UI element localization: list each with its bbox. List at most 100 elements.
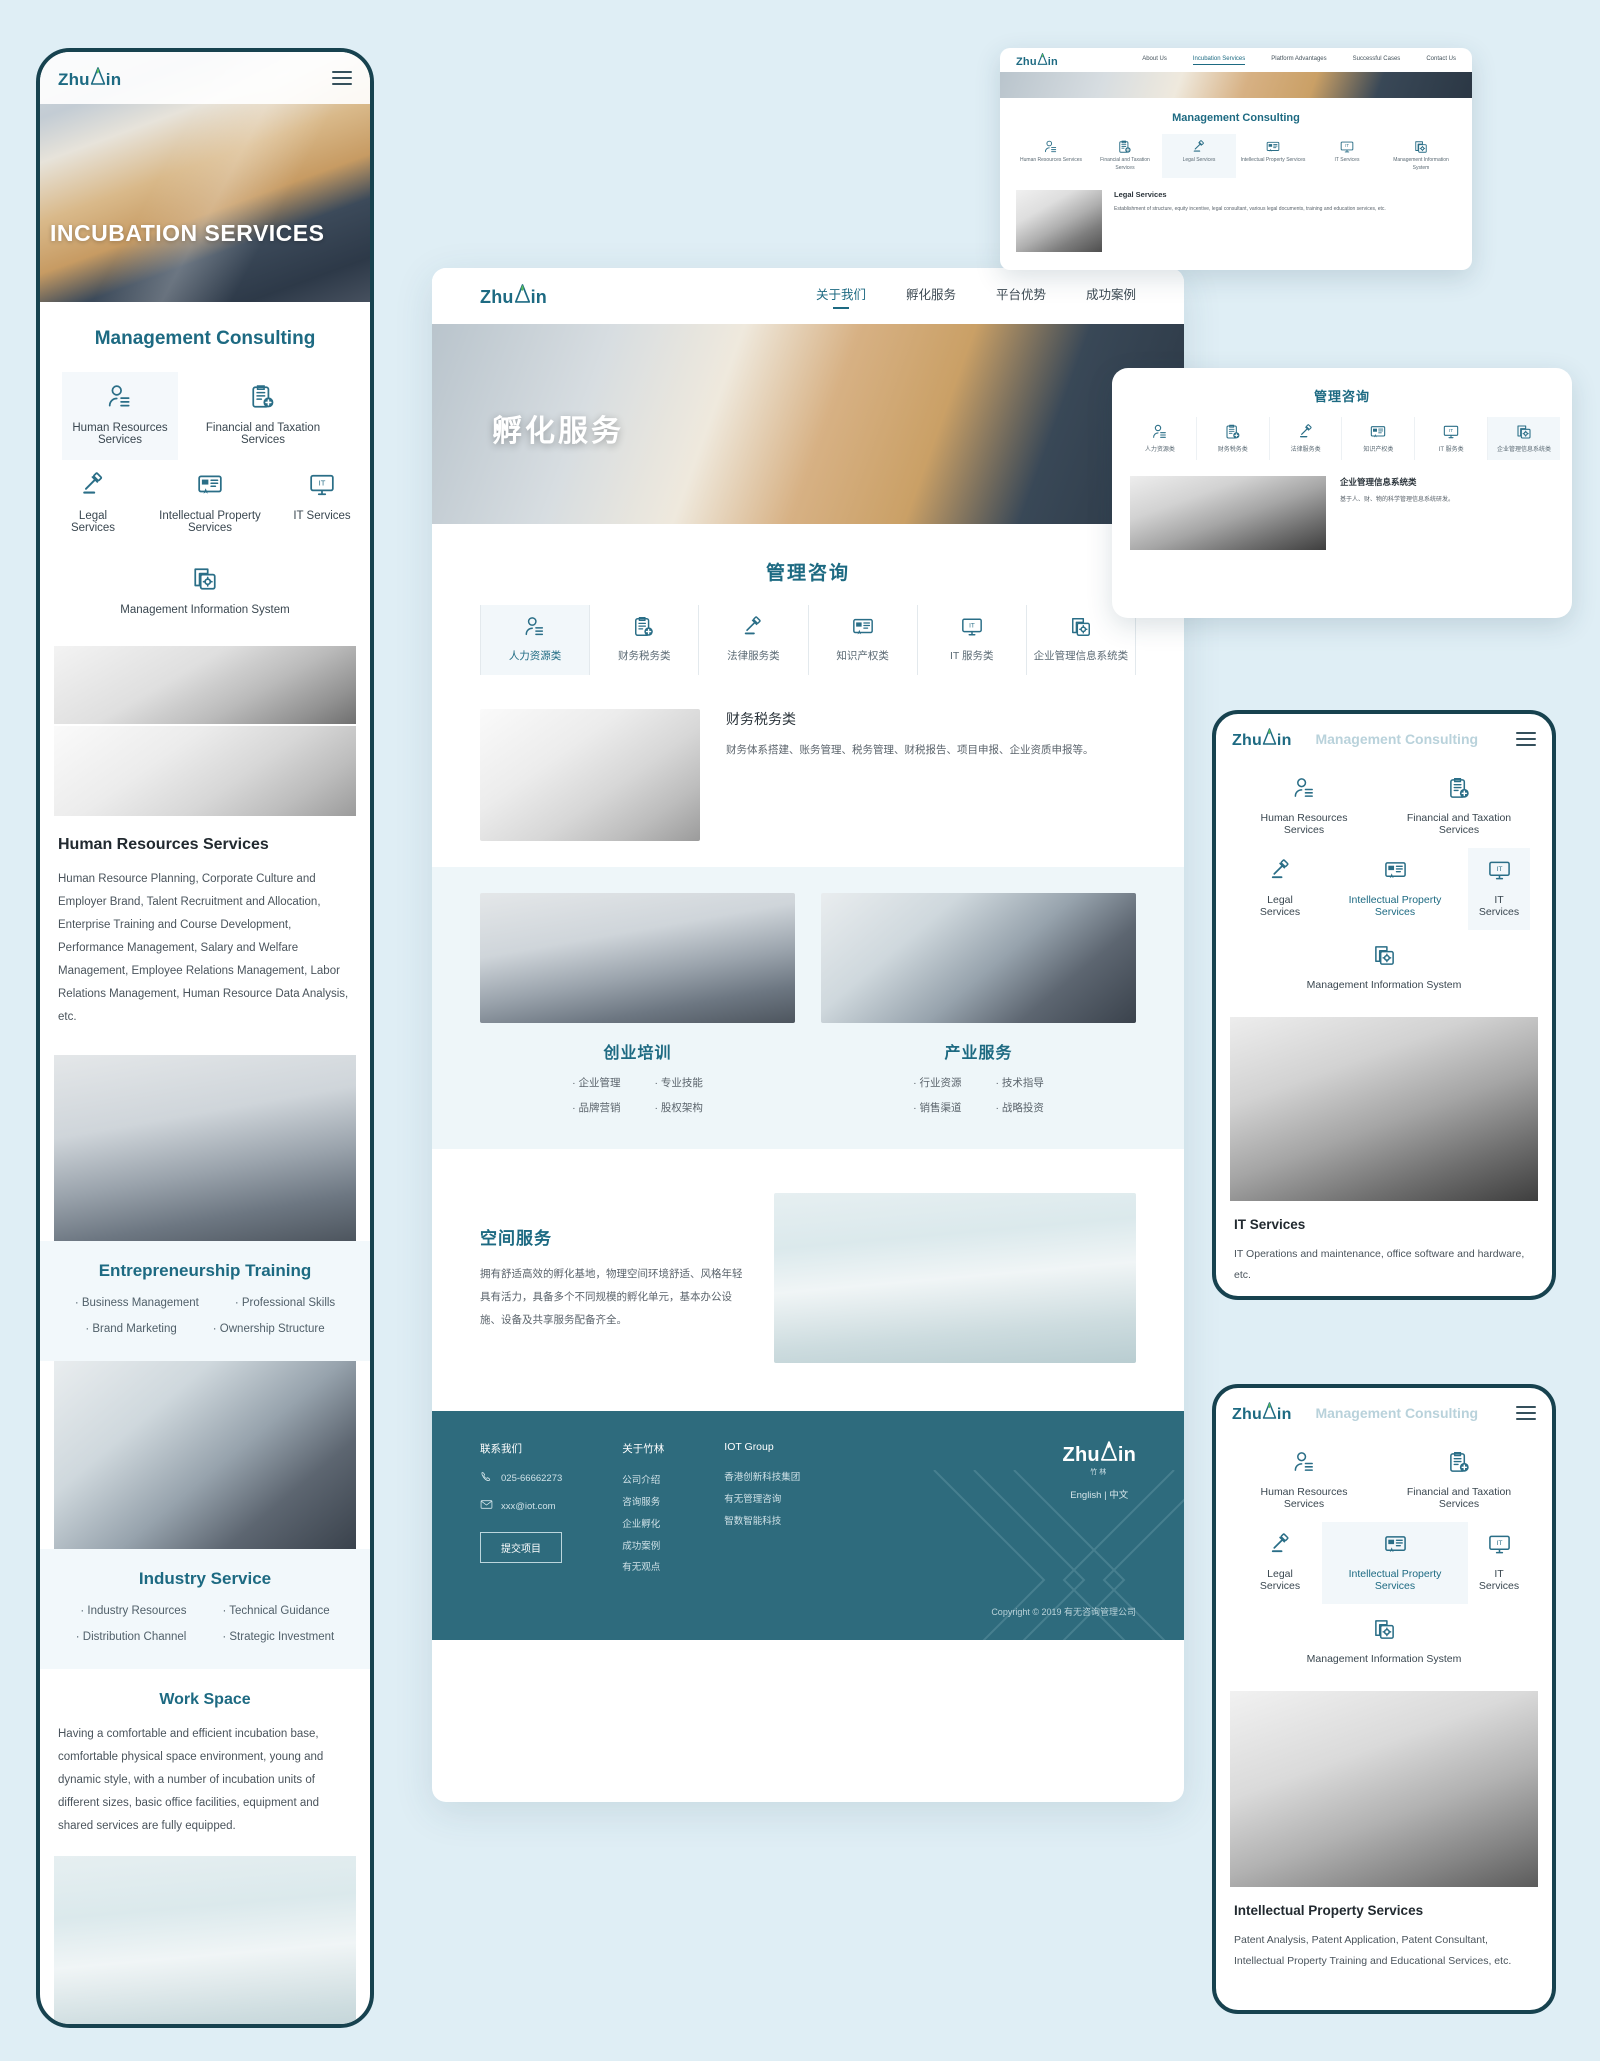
tab-intellectual-property[interactable]: Intellectual Property Services — [1236, 134, 1310, 178]
hamburger-icon[interactable] — [332, 67, 352, 89]
service-financial-taxation[interactable]: Financial and Taxation Services — [1379, 1440, 1539, 1522]
tab-human-resources[interactable]: 人力资源类 — [479, 605, 590, 675]
detail-title: 企业管理信息系统类 — [1340, 477, 1417, 487]
nav-item-about-us[interactable]: About Us — [1142, 56, 1167, 65]
service-label: Intellectual Property Services — [1348, 894, 1442, 918]
tab-it[interactable]: IT 服务类 — [1414, 417, 1487, 460]
nav-item-cases[interactable]: 成功案例 — [1086, 284, 1136, 309]
mobile-it-topbar: Zhu in Management Consulting — [1216, 714, 1552, 756]
person-icon — [1125, 424, 1195, 440]
footer-group-link-2[interactable]: 有无管理咨询 — [724, 1489, 800, 1511]
nav-item-successful-cases[interactable]: Successful Cases — [1353, 56, 1401, 65]
tab-label: 知识产权类 — [836, 650, 889, 662]
mobile-ip-topbar: Zhu in Management Consulting — [1216, 1388, 1552, 1430]
service-human-resources[interactable]: Human Resources Services — [1229, 1440, 1379, 1522]
lang-chinese[interactable]: 中文 — [1109, 1490, 1128, 1501]
service-intellectual-property[interactable]: Intellectual Property Services — [1322, 848, 1468, 930]
tab-it[interactable]: IT 服务类 — [916, 605, 1026, 675]
service-human-resources[interactable]: Human Resources Services — [62, 372, 178, 460]
service-legal[interactable]: Legal Services — [1238, 1522, 1322, 1604]
mobile-ip-service-grid: Human Resources Services Financial and T… — [1216, 1430, 1552, 1683]
service-label: Legal Services — [1259, 1568, 1301, 1592]
mobile-it-photo — [1230, 1017, 1538, 1201]
tab-legal[interactable]: 法律服务类 — [698, 605, 807, 675]
nav-item-advantages[interactable]: 平台优势 — [996, 284, 1046, 309]
mobile-ip-detail: Intellectual Property Services Patent An… — [1216, 1887, 1552, 1990]
tab-financial-taxation[interactable]: 财务税务类 — [1195, 417, 1269, 460]
service-legal[interactable]: Legal Services — [49, 460, 137, 548]
service-management-information-system[interactable]: Management Information System — [40, 548, 370, 630]
nav-item-platform-advantages[interactable]: Platform Advantages — [1271, 56, 1326, 65]
lang-english[interactable]: English — [1070, 1490, 1101, 1501]
footer-link-views[interactable]: 有无观点 — [622, 1557, 664, 1579]
footer-group-link-3[interactable]: 智数智能科技 — [724, 1511, 800, 1533]
logo[interactable]: Zhu in — [480, 284, 547, 308]
service-label: Legal Services — [70, 510, 116, 534]
logo[interactable]: Zhu in — [58, 66, 121, 90]
tab-human-resources[interactable]: Human Resources Services — [1014, 134, 1088, 178]
nav-item-incubation[interactable]: 孵化服务 — [906, 284, 956, 309]
footer-group-link-1[interactable]: 香港创新科技集团 — [724, 1467, 800, 1489]
footer-link-cases[interactable]: 成功案例 — [622, 1536, 664, 1558]
footer-link-company[interactable]: 公司介绍 — [622, 1470, 664, 1492]
service-it[interactable]: IT Services — [283, 460, 361, 548]
tab-label: 知识产权类 — [1363, 447, 1394, 453]
service-intellectual-property[interactable]: Intellectual Property Services — [1322, 1522, 1468, 1604]
service-financial-taxation[interactable]: Financial and Taxation Services — [178, 372, 348, 460]
detail-photo — [480, 709, 700, 841]
nav-item-contact-us[interactable]: Contact Us — [1426, 56, 1456, 65]
industry-row-2: · Distribution Channel · Strategic Inves… — [54, 1631, 356, 1643]
certificate-icon — [1238, 140, 1308, 154]
nav-item-about[interactable]: 关于我们 — [816, 284, 866, 309]
footer-logo[interactable]: Zhu in — [1063, 1441, 1136, 1467]
industry-row-1: · Industry Resources · Technical Guidanc… — [54, 1605, 356, 1617]
service-legal[interactable]: Legal Services — [1238, 848, 1322, 930]
detail-title: Legal Services — [1114, 190, 1167, 199]
space-title: 空间服务 — [480, 1228, 552, 1248]
tab-label: IT Services — [1334, 157, 1360, 163]
mobile-section-title: Management Consulting — [94, 328, 316, 349]
gavel-icon — [1164, 140, 1234, 154]
system-gear-icon — [1232, 1618, 1536, 1644]
space-text: 空间服务 拥有舒适高效的孵化基地，物理空间环境舒适、风格年轻具有活力，具备多个不… — [480, 1224, 750, 1332]
service-management-information-system[interactable]: Management Information System — [1222, 1604, 1546, 1677]
card-cn-detail: 企业管理信息系统类 基于人、财、物的科学管理信息系统研发。 — [1112, 460, 1572, 550]
detail-title: Intellectual Property Services — [1234, 1903, 1424, 1918]
tab-intellectual-property[interactable]: 知识产权类 — [1341, 417, 1414, 460]
footer-link-incubation[interactable]: 企业孵化 — [622, 1514, 664, 1536]
training-col-b: · 专业技能 · 股权架构 — [655, 1075, 703, 1115]
footer-link-consulting[interactable]: 咨询服务 — [622, 1492, 664, 1514]
tab-financial-taxation[interactable]: Financial and Taxation Services — [1088, 134, 1162, 178]
submit-project-button[interactable]: 提交项目 — [480, 1532, 562, 1563]
tab-intellectual-property[interactable]: 知识产权类 — [807, 605, 917, 675]
logo-text-a: Zhu — [1232, 1406, 1262, 1423]
service-it[interactable]: IT Services — [1468, 1522, 1530, 1604]
tab-human-resources[interactable]: 人力资源类 — [1124, 417, 1196, 460]
footer-brand: Zhu in 竹林 English | 中文 — [1063, 1441, 1136, 1579]
card-en-hero — [1000, 72, 1472, 98]
service-intellectual-property[interactable]: Intellectual Property Services — [137, 460, 283, 548]
logo[interactable]: Zhu in — [1016, 52, 1058, 68]
tab-management-information-system[interactable]: Management Information System — [1384, 134, 1458, 178]
hamburger-icon[interactable] — [1516, 1402, 1536, 1424]
service-human-resources[interactable]: Human Resources Services — [1229, 766, 1379, 848]
service-it[interactable]: IT Services — [1468, 848, 1530, 930]
tab-legal[interactable]: Legal Services — [1162, 134, 1236, 178]
nav-item-incubation-services[interactable]: Incubation Services — [1192, 56, 1246, 65]
space-body: 拥有舒适高效的孵化基地，物理空间环境舒适、风格年轻具有活力，具备多个不同规模的孵… — [480, 1267, 743, 1327]
service-label: IT Services — [1478, 894, 1520, 918]
tab-financial-taxation[interactable]: 财务税务类 — [589, 605, 698, 675]
system-gear-icon — [1031, 616, 1131, 641]
service-financial-taxation[interactable]: Financial and Taxation Services — [1379, 766, 1539, 848]
training-item: · 企业管理 — [572, 1077, 621, 1089]
hamburger-icon[interactable] — [1516, 728, 1536, 750]
logo-text-a: Zhu — [58, 69, 90, 89]
tab-management-information-system[interactable]: 企业管理信息系统类 — [1487, 417, 1560, 460]
tab-legal[interactable]: 法律服务类 — [1268, 417, 1342, 460]
service-management-information-system[interactable]: Management Information System — [1222, 930, 1546, 1003]
desktop-footer: 联系我们 025-66662273 xxx@iot.com 提交项目 关于竹林 … — [432, 1411, 1184, 1641]
tab-it[interactable]: IT Services — [1310, 134, 1384, 178]
detail-text: 财务税务类 财务体系搭建、账务管理、税务管理、财税报告、项目申报、企业资质申报等… — [726, 709, 1094, 761]
training-row-1: · Business Management · Professional Ski… — [54, 1297, 356, 1309]
footer-group-title: IOT Group — [724, 1441, 774, 1453]
